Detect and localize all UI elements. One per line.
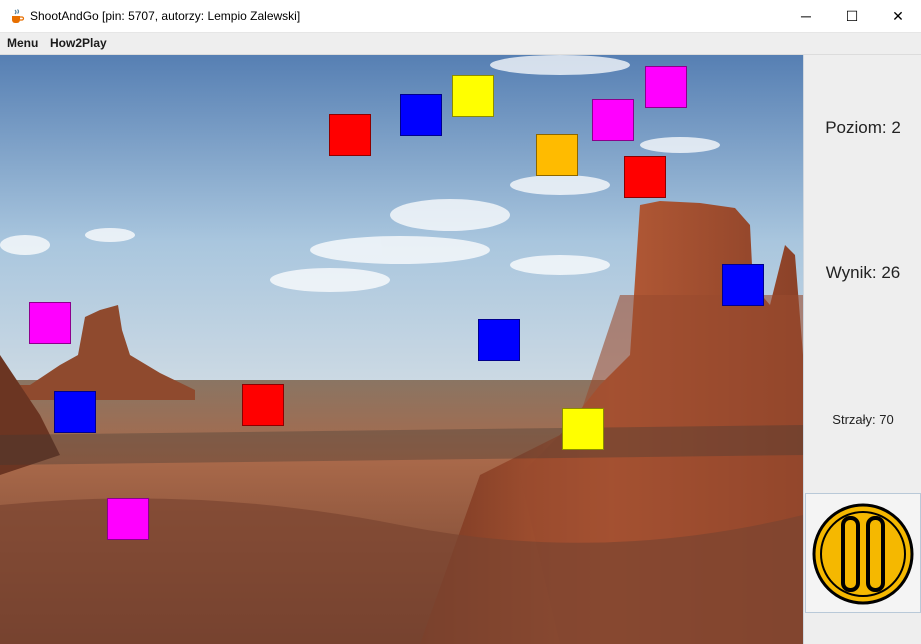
shots-label: Strzały: 70 xyxy=(832,412,894,427)
menu-item-menu[interactable]: Menu xyxy=(7,36,38,50)
side-panel: Poziom: 2 Wynik: 26 Strzały: 70 xyxy=(803,55,921,644)
pause-button[interactable] xyxy=(805,493,921,613)
menu-item-how2play[interactable]: How2Play xyxy=(50,36,107,50)
target-square[interactable] xyxy=(452,75,494,117)
target-square[interactable] xyxy=(722,264,764,306)
desert-landscape-background xyxy=(0,55,803,644)
target-square[interactable] xyxy=(536,134,578,176)
maximize-icon: ☐ xyxy=(845,7,859,24)
target-square[interactable] xyxy=(562,408,604,450)
minimize-button[interactable]: ─ xyxy=(783,0,829,32)
maximize-button[interactable]: ☐ xyxy=(829,0,875,32)
app-window: ShootAndGo [pin: 5707, autorzy: Lempio Z… xyxy=(0,0,921,644)
game-area[interactable] xyxy=(0,55,803,644)
close-icon: ✕ xyxy=(892,7,904,24)
menu-bar: Menu How2Play xyxy=(0,33,921,55)
target-square[interactable] xyxy=(107,498,149,540)
close-button[interactable]: ✕ xyxy=(875,0,921,32)
target-square[interactable] xyxy=(478,319,520,361)
target-square[interactable] xyxy=(242,384,284,426)
target-square[interactable] xyxy=(54,391,96,433)
target-square[interactable] xyxy=(29,302,71,344)
java-cup-icon xyxy=(12,9,25,23)
target-square[interactable] xyxy=(645,66,687,108)
target-square[interactable] xyxy=(624,156,666,198)
title-bar[interactable]: ShootAndGo [pin: 5707, autorzy: Lempio Z… xyxy=(0,0,921,33)
score-label: Wynik: 26 xyxy=(825,263,901,282)
minimize-icon: ─ xyxy=(801,8,811,24)
pause-icon xyxy=(812,503,914,605)
level-label: Poziom: 2 xyxy=(825,118,901,137)
window-title: ShootAndGo [pin: 5707, autorzy: Lempio Z… xyxy=(30,9,301,23)
target-square[interactable] xyxy=(400,94,442,136)
target-square[interactable] xyxy=(592,99,634,141)
target-square[interactable] xyxy=(329,114,371,156)
